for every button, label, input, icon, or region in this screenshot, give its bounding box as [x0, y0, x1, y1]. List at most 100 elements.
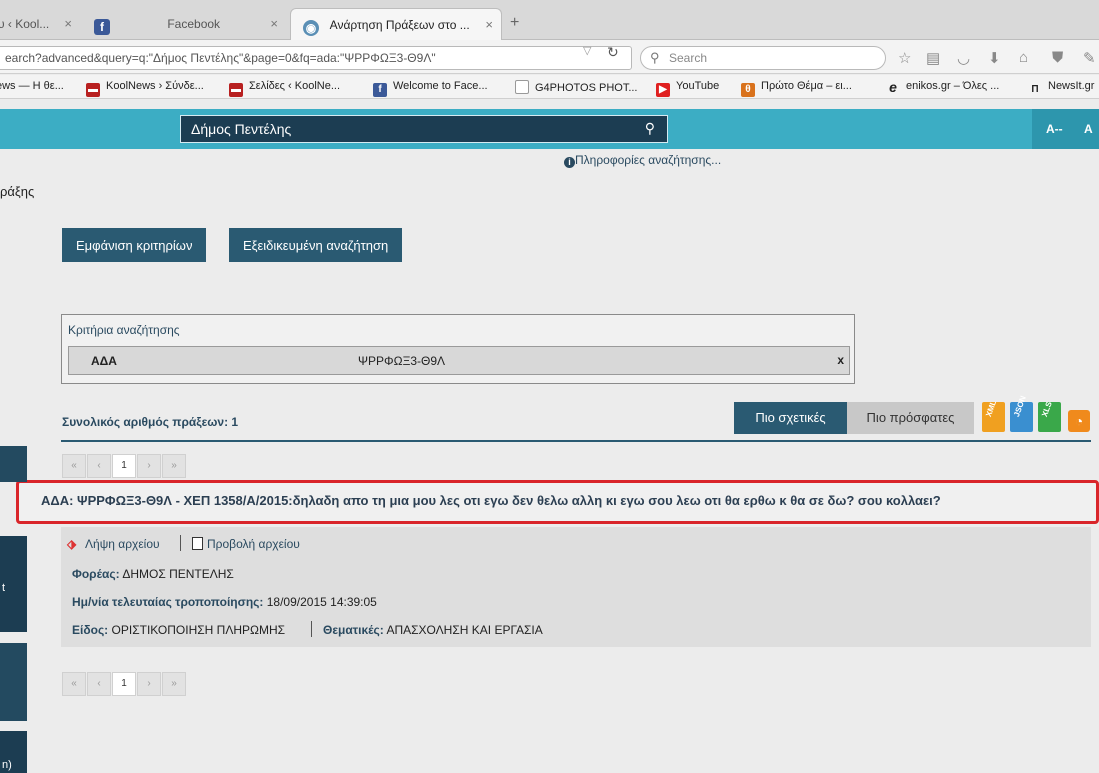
font-size-tools: A-- A	[1032, 109, 1099, 149]
bookmark-item[interactable]: G4PHOTOS PHOT...	[515, 80, 638, 94]
download-file-link[interactable]: ⬗ Λήψη αρχείου	[67, 537, 160, 551]
url-bar[interactable]: earch?advanced&query=q:"Δήμος Πεντέλης"&…	[0, 46, 632, 70]
organization-label: Φορέας:	[72, 567, 120, 581]
pagination-top: «‹ 1 ›»	[62, 454, 187, 478]
next-page-button[interactable]: ›	[137, 454, 161, 478]
tab-active-diavgeia[interactable]: ◉ Ανάρτηση Πράξεων στο ... ×	[290, 8, 502, 40]
bookmark-item[interactable]: e enikos.gr – Όλες ...	[886, 80, 999, 94]
search-placeholder: Search	[669, 51, 708, 65]
bookmark-label: Πρώτο Θέμα – ει...	[761, 80, 852, 92]
json-export-icon[interactable]: JSON	[1010, 395, 1033, 432]
newsit-icon: Π	[1031, 84, 1039, 95]
browser-search-input[interactable]: ⚲ Search	[640, 46, 886, 70]
globe-icon: ◉	[303, 20, 319, 36]
bookmark-item[interactable]: ▶ YouTube	[656, 80, 719, 97]
modified-date-field: Ημ/νία τελευταίας τροποποίησης: 18/09/20…	[72, 595, 377, 609]
close-icon[interactable]: ×	[64, 16, 72, 31]
close-icon[interactable]: ×	[270, 16, 278, 31]
criteria-label: Κριτήρια αναζήτησης	[68, 323, 180, 337]
first-page-button[interactable]: «	[62, 454, 86, 478]
shield-icon[interactable]: ⛊	[1052, 49, 1063, 66]
bookmark-item[interactable]: ews — Η θε...	[0, 80, 64, 92]
side-panel-label: t	[2, 582, 6, 594]
last-page-button[interactable]: »	[162, 672, 186, 696]
clipboard-icon[interactable]: ▤	[926, 49, 940, 67]
side-panel-label: n)	[2, 759, 12, 771]
prev-page-button[interactable]: ‹	[87, 672, 111, 696]
bookmark-item[interactable]: Π NewsIt.gr	[1028, 80, 1094, 97]
show-criteria-button[interactable]: Εμφάνιση κριτηρίων	[62, 228, 207, 262]
result-title[interactable]: ΑΔΑ: ΨΡΡΦΩΞ3-Θ9Λ - ΧΕΠ 1358/Α/2015:δηλαδ…	[16, 480, 1099, 524]
font-normal-button[interactable]: A	[1084, 122, 1093, 136]
site-search-input[interactable]: Δήμος Πεντέλης ⚲	[180, 115, 668, 143]
page-1-button[interactable]: 1	[112, 672, 136, 696]
home-icon[interactable]: ⌂	[1019, 49, 1028, 66]
tab-koolnews[interactable]: υ ‹ Kool... ×	[0, 8, 80, 40]
view-file-link[interactable]: Προβολή αρχείου	[192, 537, 300, 551]
info-icon: i	[564, 157, 575, 168]
bookmark-item[interactable]: ▬ Σελίδες ‹ KoolNe...	[229, 80, 340, 97]
organization-value: ΔΗΜΟΣ ΠΕΝΤΕΛΗΣ	[122, 567, 234, 581]
next-page-button[interactable]: ›	[137, 672, 161, 696]
bookmark-item[interactable]: f Welcome to Face...	[373, 80, 488, 97]
page-1-button[interactable]: 1	[112, 454, 136, 478]
tab-facebook[interactable]: f Facebook ×	[82, 8, 286, 40]
topics-value: ΑΠΑΣΧΟΛΗΣΗ ΚΑΙ ΕΡΓΑΣΙΑ	[386, 623, 543, 637]
divider	[61, 440, 1091, 442]
font-decrease-button[interactable]: A--	[1046, 122, 1063, 136]
search-icon[interactable]: ⚲	[645, 120, 655, 137]
extension-icon[interactable]: ✎	[1083, 49, 1096, 67]
bookmark-item[interactable]: ▬ KoolNews › Σύνδε...	[86, 80, 204, 97]
search-info-link[interactable]: i Πληροφορίες αναζήτησης...	[564, 153, 721, 168]
info-link-label: Πληροφορίες αναζήτησης...	[575, 153, 722, 167]
prev-page-button[interactable]: ‹	[87, 454, 111, 478]
bookmark-label: KoolNews › Σύνδε...	[106, 80, 204, 92]
new-tab-button[interactable]: +	[510, 14, 519, 32]
close-icon[interactable]: ×	[485, 17, 493, 32]
koolnews-icon: ▬	[86, 83, 100, 97]
reload-icon[interactable]: ↻	[607, 44, 619, 61]
remove-criteria-button[interactable]: x	[837, 353, 844, 367]
sort-relevant-button[interactable]: Πιο σχετικές	[734, 402, 847, 434]
last-page-button[interactable]: »	[162, 454, 186, 478]
download-label: Λήψη αρχείου	[85, 537, 160, 551]
browser-tab-bar: υ ‹ Kool... × f Facebook × ◉ Ανάρτηση Πρ…	[0, 0, 1099, 40]
side-panel-block[interactable]	[0, 643, 27, 721]
bookmark-item[interactable]: θ Πρώτο Θέμα – ει...	[741, 80, 852, 97]
xml-export-icon[interactable]: XML	[982, 399, 1005, 432]
tab-label: Facebook	[167, 17, 221, 31]
url-dropdown-icon[interactable]: ▽	[583, 44, 591, 57]
result-details: ⬗ Λήψη αρχείου Προβολή αρχείου Φορέας: ΔΗ…	[61, 527, 1091, 647]
browser-nav-bar: earch?advanced&query=q:"Δήμος Πεντέλης"&…	[0, 40, 1099, 74]
koolnews-icon: ▬	[229, 83, 243, 97]
search-icon: ⚲	[650, 50, 660, 65]
side-panel-block[interactable]: t	[0, 536, 27, 632]
page-title: ράξης	[0, 184, 35, 199]
url-text: earch?advanced&query=q:"Δήμος Πεντέλης"&…	[5, 51, 436, 65]
type-label: Είδος:	[72, 623, 109, 637]
bookmark-label: G4PHOTOS PHOT...	[535, 82, 638, 94]
xls-export-icon[interactable]: XLS	[1038, 400, 1061, 432]
view-label: Προβολή αρχείου	[207, 537, 300, 551]
download-icon[interactable]: ⬇	[988, 49, 1001, 67]
site-search-value: Δήμος Πεντέλης	[191, 121, 292, 137]
bookmark-star-icon[interactable]: ☆	[898, 49, 911, 67]
enikos-icon: e	[889, 79, 897, 95]
separator	[311, 621, 312, 637]
rss-icon[interactable]: ◔	[1068, 410, 1090, 432]
json-label: JSON	[1012, 394, 1028, 419]
sort-recent-button[interactable]: Πιο πρόσφατες	[847, 402, 974, 434]
bookmark-label: ews — Η θε...	[0, 80, 64, 92]
bookmark-label: Σελίδες ‹ KoolNe...	[249, 80, 340, 92]
side-panel-block[interactable]	[0, 446, 27, 482]
criteria-row: ΑΔΑ ΨΡΡΦΩΞ3-Θ9Λ x	[68, 346, 850, 375]
first-page-button[interactable]: «	[62, 672, 86, 696]
bookmark-label: Welcome to Face...	[393, 80, 488, 92]
xml-label: XML	[984, 399, 999, 419]
side-panel-block[interactable]: n)	[0, 731, 27, 773]
pocket-icon[interactable]: ◡	[957, 49, 970, 67]
topics-label: Θεματικές:	[323, 623, 384, 637]
search-criteria-panel: Κριτήρια αναζήτησης ΑΔΑ ΨΡΡΦΩΞ3-Θ9Λ x	[61, 314, 855, 384]
advanced-search-button[interactable]: Εξειδικευμένη αναζήτηση	[229, 228, 403, 262]
bookmark-label: YouTube	[676, 80, 720, 92]
